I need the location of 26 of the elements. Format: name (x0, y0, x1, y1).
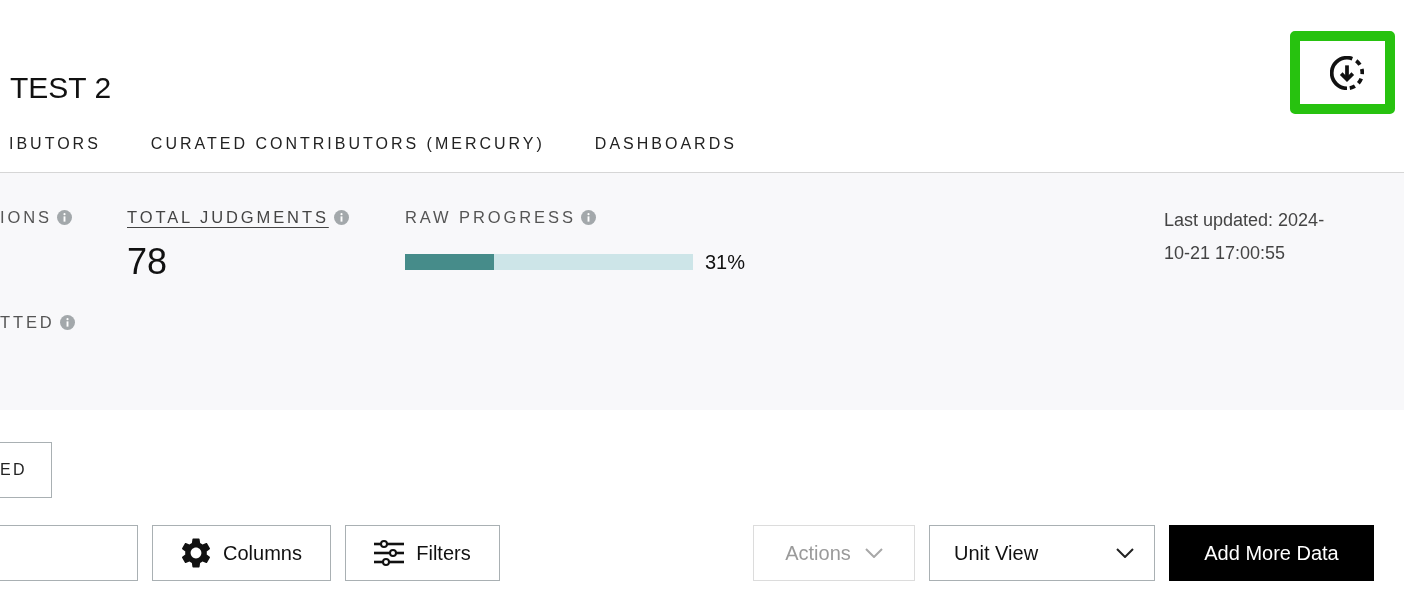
add-data-button[interactable]: Add More Data (1169, 525, 1374, 581)
outline-button[interactable]: ED (0, 442, 52, 498)
tab[interactable]: IBUTORS (9, 120, 101, 161)
info-icon[interactable] (59, 314, 75, 330)
info-icon[interactable] (56, 209, 72, 225)
gear-icon (181, 538, 212, 568)
chevron-down-icon (1116, 548, 1134, 558)
metric-link[interactable]: TOTAL JUDGMENTS (127, 207, 329, 227)
metric-label: TTED (0, 312, 55, 332)
progress-reading: 31% (705, 250, 746, 275)
tab[interactable]: CURATED CONTRIBUTORS (MERCURY) (150, 120, 545, 161)
info-icon[interactable] (580, 209, 596, 225)
info-icon[interactable] (333, 209, 349, 225)
view-select[interactable]: Unit View (929, 525, 1155, 581)
sliders-icon (374, 540, 405, 566)
tab[interactable]: DASHBOARDS (594, 120, 737, 161)
last-updated-text: Last updated: 2024-10-21 17:00:55 (1164, 209, 1326, 265)
metric-value: 78 (127, 240, 168, 284)
metric-label: RAW PROGRESS (405, 207, 576, 227)
input-field[interactable] (0, 525, 138, 581)
page-title: TEST 2 (10, 70, 112, 106)
filters-button[interactable]: Filters (345, 525, 500, 581)
metric-label: IONS (0, 207, 52, 227)
columns-button[interactable]: Columns (152, 525, 331, 581)
download-icon[interactable] (1329, 55, 1364, 90)
chevron-down-icon (864, 548, 883, 558)
